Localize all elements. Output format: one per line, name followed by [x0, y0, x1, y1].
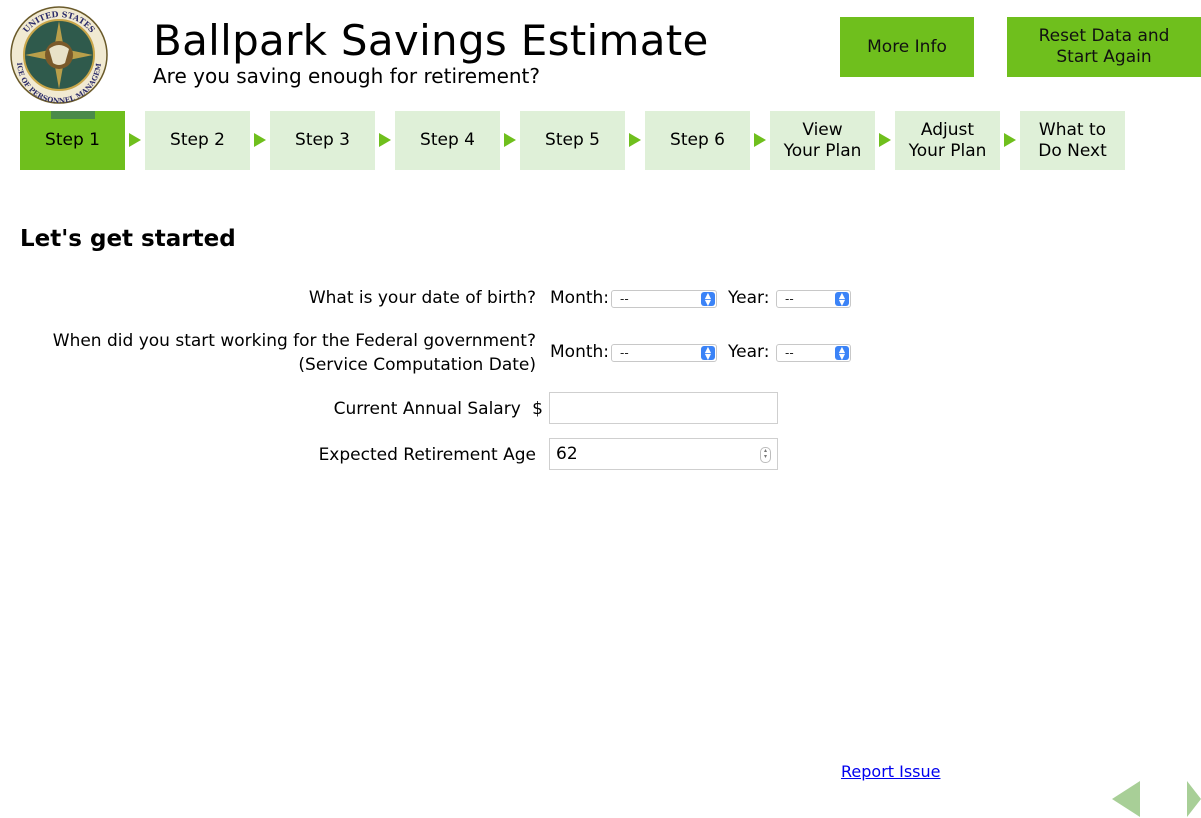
page-title: Ballpark Savings Estimate — [153, 16, 709, 65]
service-question-line2: (Service Computation Date) — [298, 355, 536, 375]
service-month-select[interactable]: -- ▲ ▼ — [611, 344, 717, 362]
more-info-button[interactable]: More Info — [840, 17, 974, 77]
retirement-age-value: 62 — [556, 444, 578, 464]
dob-year-value: -- — [785, 292, 794, 306]
retirement-age-label: Expected Retirement Age — [318, 445, 536, 465]
step-label: Step 3 — [295, 130, 350, 150]
step-5-tab[interactable]: Step 5 — [520, 111, 625, 170]
page-subtitle: Are you saving enough for retirement? — [153, 64, 541, 88]
reset-label-line1: Reset Data and — [1038, 26, 1170, 46]
select-chevron-icon: ▲ ▼ — [701, 292, 715, 307]
step-label: Step 5 — [545, 130, 600, 150]
step-arrow-icon — [1004, 133, 1016, 147]
step-label: What to — [1038, 119, 1107, 140]
more-info-label: More Info — [867, 36, 947, 57]
service-month-label: Month: — [550, 342, 610, 362]
reset-data-button[interactable]: Reset Data and Start Again — [1007, 17, 1201, 77]
dob-year-select[interactable]: -- ▲ ▼ — [776, 290, 851, 308]
step-arrow-icon — [754, 133, 766, 147]
service-month-value: -- — [620, 346, 629, 360]
salary-label-text: Current Annual Salary — [333, 399, 521, 419]
step-6-tab[interactable]: Step 6 — [645, 111, 750, 170]
currency-symbol: $ — [532, 399, 543, 419]
select-chevron-icon: ▲ ▼ — [701, 346, 715, 361]
dob-month-value: -- — [620, 292, 629, 306]
retirement-age-input[interactable]: 62 ▴ ▾ — [549, 438, 778, 470]
step-label: Step 2 — [170, 130, 225, 150]
view-your-plan-tab[interactable]: View Your Plan — [770, 111, 875, 170]
step-1-tab[interactable]: Step 1 — [20, 111, 125, 170]
step-label: Step 6 — [670, 130, 725, 150]
salary-input[interactable] — [549, 392, 778, 424]
step-label: View — [802, 119, 843, 140]
step-4-tab[interactable]: Step 4 — [395, 111, 500, 170]
step-arrow-icon — [379, 133, 391, 147]
dob-year-label: Year: — [728, 288, 770, 308]
step-arrow-icon — [129, 133, 141, 147]
salary-label: Current Annual Salary $ — [334, 397, 543, 421]
step-arrow-icon — [504, 133, 516, 147]
step-label-line2: Your Plan — [908, 140, 987, 161]
step-label-line2: Do Next — [1038, 140, 1107, 161]
what-to-do-next-tab[interactable]: What to Do Next — [1020, 111, 1125, 170]
opm-seal-logo: UNITED STATES OFFICE OF PERSONNEL MANAGE… — [2, 0, 113, 105]
service-year-select[interactable]: -- ▲ ▼ — [776, 344, 851, 362]
dob-month-select[interactable]: -- ▲ ▼ — [611, 290, 717, 308]
service-year-value: -- — [785, 346, 794, 360]
service-date-question: When did you start working for the Feder… — [53, 329, 536, 377]
adjust-your-plan-tab[interactable]: Adjust Your Plan — [895, 111, 1000, 170]
step-label: Adjust — [920, 119, 975, 140]
reset-label-line2: Start Again — [1056, 47, 1152, 67]
step-arrow-icon — [879, 133, 891, 147]
step-label-line2: Your Plan — [783, 140, 862, 161]
service-year-label: Year: — [728, 342, 770, 362]
number-stepper-icon[interactable]: ▴ ▾ — [760, 447, 771, 463]
dob-question: What is your date of birth? — [308, 288, 536, 308]
report-issue-link[interactable]: Report Issue — [841, 762, 941, 781]
step-2-tab[interactable]: Step 2 — [145, 111, 250, 170]
step-arrow-icon — [254, 133, 266, 147]
service-question-line1: When did you start working for the Feder… — [52, 331, 536, 351]
section-title: Let's get started — [20, 226, 236, 252]
step-3-tab[interactable]: Step 3 — [270, 111, 375, 170]
select-chevron-icon: ▲ ▼ — [835, 292, 849, 307]
step-arrow-icon — [629, 133, 641, 147]
select-chevron-icon: ▲ ▼ — [835, 346, 849, 361]
dob-month-label: Month: — [550, 288, 610, 308]
step-label: Step 1 — [45, 130, 100, 150]
active-step-marker — [51, 111, 95, 119]
previous-arrow-icon[interactable] — [1112, 781, 1140, 817]
next-arrow-icon[interactable] — [1187, 781, 1201, 817]
step-label: Step 4 — [420, 130, 475, 150]
